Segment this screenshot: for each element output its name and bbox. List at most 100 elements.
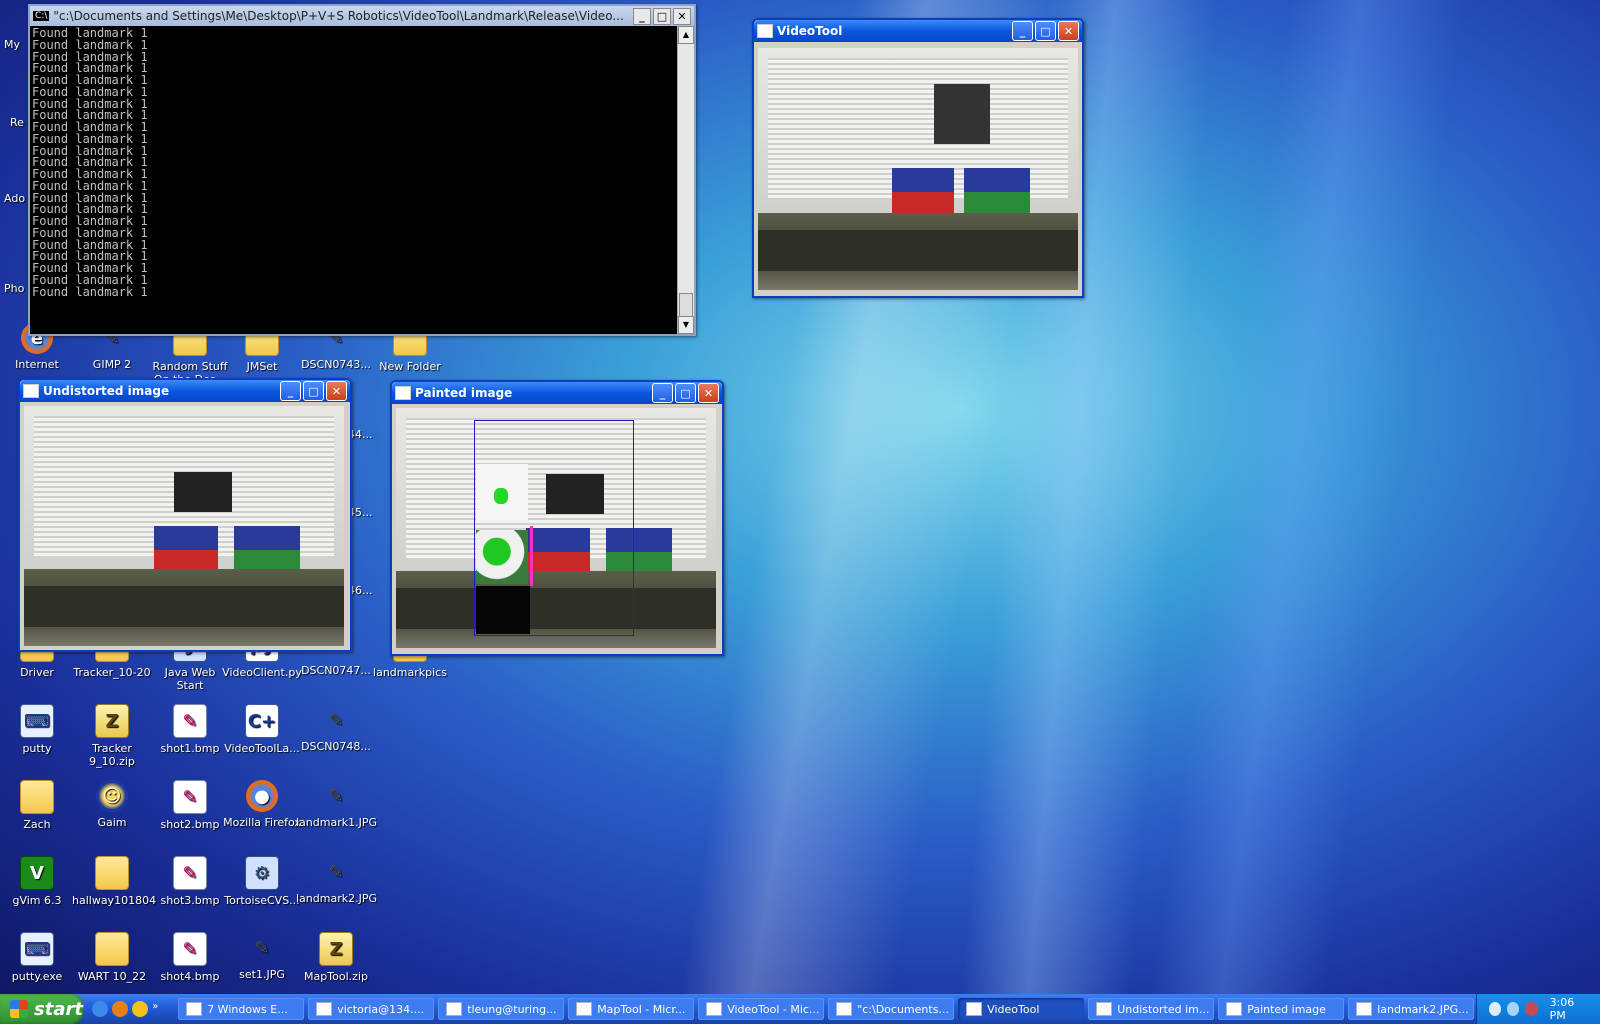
taskbar-button[interactable]: tleung@turing... bbox=[438, 998, 565, 1020]
undistorted-window[interactable]: Undistorted image _ □ ✕ bbox=[18, 378, 352, 652]
desktop-icon[interactable]: ☺ Gaim bbox=[72, 780, 152, 829]
windows-flag-icon bbox=[10, 1000, 28, 1018]
desktop-icon-label: JMSet bbox=[246, 360, 278, 373]
expand-chevron-icon[interactable]: » bbox=[152, 1001, 168, 1017]
partial-label-ado: Ado bbox=[4, 192, 26, 205]
desktop-icon-label: landmark1.JPG bbox=[296, 816, 377, 829]
taskbar-button[interactable]: Undistorted im... bbox=[1088, 998, 1215, 1020]
firefox-icon[interactable] bbox=[112, 1001, 129, 1017]
desktop-icon-label: VideoClient.py bbox=[222, 666, 302, 679]
blue-box bbox=[154, 526, 218, 550]
scroll-down-arrow-icon[interactable]: ▼ bbox=[678, 316, 694, 334]
minimize-button[interactable]: _ bbox=[633, 7, 651, 25]
close-button[interactable]: ✕ bbox=[673, 7, 691, 25]
desktop-icon[interactable]: ✎ shot1.bmp bbox=[150, 704, 230, 755]
painted-title: Painted image bbox=[415, 386, 513, 400]
desktop-icon[interactable]: ⌨ putty bbox=[0, 704, 77, 755]
desktop-icon-label: shot1.bmp bbox=[160, 742, 220, 755]
scroll-thumb[interactable] bbox=[679, 293, 693, 317]
window-icon bbox=[1356, 1002, 1373, 1016]
console-scrollbar[interactable]: ▲ ▼ bbox=[677, 26, 694, 334]
desktop-icon[interactable]: ⚙ TortoiseCVS... bbox=[222, 856, 302, 907]
close-button[interactable]: ✕ bbox=[1058, 21, 1079, 41]
window-icon bbox=[446, 1002, 463, 1016]
maximize-button[interactable]: □ bbox=[653, 7, 671, 25]
scroll-up-arrow-icon[interactable]: ▲ bbox=[678, 26, 694, 44]
keyboard-icon[interactable] bbox=[1489, 1002, 1502, 1016]
desktop-icon-label: VideoToolLa... bbox=[224, 742, 300, 755]
window-icon bbox=[1096, 1002, 1113, 1016]
desktop-icon[interactable]: Zach bbox=[0, 780, 77, 831]
tray-chevron-icon[interactable] bbox=[1507, 1002, 1520, 1016]
gimp-icon: ✎ bbox=[328, 785, 344, 807]
start-button[interactable]: start bbox=[0, 994, 85, 1024]
window-icon bbox=[757, 24, 773, 38]
taskbar-button[interactable]: MapTool - Micr... bbox=[568, 998, 695, 1020]
desktop-icon[interactable]: hallway101804 bbox=[72, 856, 156, 907]
console-titlebar[interactable]: C:\ "c:\Documents and Settings\Me\Deskto… bbox=[30, 6, 694, 26]
desktop-icon[interactable]: VgVim 6.3 bbox=[0, 856, 77, 907]
close-button[interactable]: ✕ bbox=[326, 381, 347, 401]
maximize-button[interactable]: □ bbox=[1035, 21, 1056, 41]
desktop-icon-label: MapTool.zip bbox=[304, 970, 368, 983]
desktop-icon[interactable]: Z Tracker 9_10.zip bbox=[72, 704, 152, 768]
undistorted-titlebar[interactable]: Undistorted image _ □ ✕ bbox=[20, 380, 350, 402]
desktop-icon[interactable]: ⌨ putty.exe bbox=[0, 932, 77, 983]
desktop-icon-label: shot3.bmp bbox=[160, 894, 220, 907]
partial-label-my: My bbox=[4, 38, 21, 51]
desktop-icon-label: landmarkpics bbox=[373, 666, 447, 679]
desktop-icon[interactable]: ✎ shot4.bmp bbox=[150, 932, 230, 983]
putty-icon: ⌨ bbox=[20, 704, 54, 738]
taskbar-button[interactable]: Painted image bbox=[1218, 998, 1345, 1020]
desktop-icon[interactable]: ● Mozilla Firefox bbox=[222, 780, 302, 829]
desktop-icon-label: Driver bbox=[20, 666, 54, 679]
minimize-button[interactable]: _ bbox=[652, 383, 673, 403]
taskbar-button[interactable]: VideoTool - Mic... bbox=[698, 998, 825, 1020]
videotool-window[interactable]: VideoTool _ □ ✕ bbox=[752, 18, 1084, 298]
gimp-icon: ✎ bbox=[328, 709, 344, 731]
desktop-icon[interactable]: ✎ landmark2.JPG bbox=[296, 856, 377, 905]
minimize-button[interactable]: _ bbox=[1012, 21, 1033, 41]
camera-dark-panel bbox=[934, 84, 990, 144]
desktop-icon[interactable]: WART 10_22 bbox=[72, 932, 152, 983]
gaim-icon[interactable] bbox=[132, 1001, 149, 1017]
desktop-icon[interactable]: ✎ shot2.bmp bbox=[150, 780, 230, 831]
desktop-icon[interactable]: ✎ shot3.bmp bbox=[150, 856, 230, 907]
taskbar-button[interactable]: victoria@134.... bbox=[308, 998, 435, 1020]
console-window[interactable]: C:\ "c:\Documents and Settings\Me\Deskto… bbox=[28, 4, 696, 336]
taskbar-button[interactable]: VideoTool bbox=[958, 998, 1085, 1020]
painted-window[interactable]: Painted image _ □ ✕ bbox=[390, 380, 724, 656]
ie-icon[interactable] bbox=[92, 1001, 109, 1017]
desktop-icon-label: putty bbox=[22, 742, 52, 755]
window-icon bbox=[966, 1002, 983, 1016]
desktop-icon-label: New Folder bbox=[379, 360, 441, 373]
desktop-icon[interactable]: Z MapTool.zip bbox=[296, 932, 376, 983]
maximize-button[interactable]: □ bbox=[303, 381, 324, 401]
bmp-icon: ✎ bbox=[173, 780, 207, 814]
taskbar-button[interactable]: "c:\Documents... bbox=[828, 998, 955, 1020]
bmp-icon: ✎ bbox=[173, 932, 207, 966]
start-label: start bbox=[34, 998, 83, 1020]
desktop-icon[interactable]: ✎ set1.JPG bbox=[222, 932, 302, 981]
maximize-button[interactable]: □ bbox=[675, 383, 696, 403]
shield-icon[interactable] bbox=[1525, 1002, 1538, 1016]
desktop-icon[interactable]: C+ VideoToolLa... bbox=[222, 704, 302, 755]
taskbar-button-label: 7 Windows E... bbox=[207, 1002, 288, 1016]
painted-view bbox=[396, 408, 716, 648]
taskbar-button-label: "c:\Documents... bbox=[857, 1002, 949, 1016]
desktop-icon-label: WART 10_22 bbox=[77, 970, 147, 983]
taskbar-button[interactable]: landmark2.JPG... bbox=[1348, 998, 1475, 1020]
desktop-icon[interactable]: ✎ landmark1.JPG bbox=[296, 780, 377, 829]
taskbar-button[interactable]: 7 Windows E... bbox=[178, 998, 305, 1020]
red-box bbox=[892, 192, 954, 214]
desktop-icon-label: DSCN0743... bbox=[301, 358, 371, 371]
close-button[interactable]: ✕ bbox=[698, 383, 719, 403]
firefox-icon: ● bbox=[246, 780, 278, 812]
desktop-icon[interactable]: ✎ DSCN0748... bbox=[296, 704, 376, 753]
minimize-button[interactable]: _ bbox=[280, 381, 301, 401]
clock[interactable]: 3:06 PM bbox=[1550, 996, 1588, 1022]
videotool-titlebar[interactable]: VideoTool _ □ ✕ bbox=[754, 20, 1082, 42]
desktop-icon-label: Zach bbox=[23, 818, 51, 831]
undistorted-title: Undistorted image bbox=[43, 384, 170, 398]
painted-titlebar[interactable]: Painted image _ □ ✕ bbox=[392, 382, 722, 404]
